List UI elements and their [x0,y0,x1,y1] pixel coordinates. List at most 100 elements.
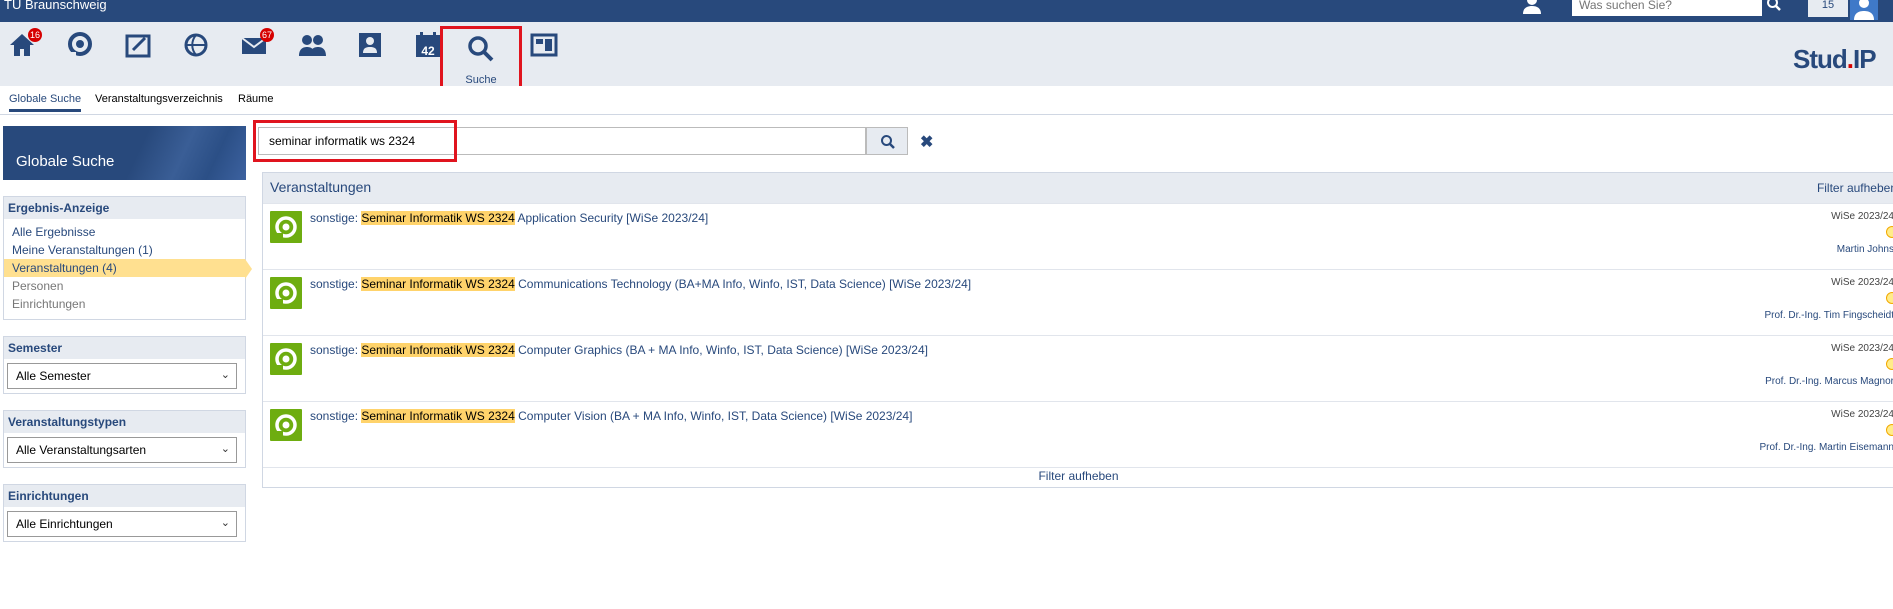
filter-reset-link[interactable]: Filter aufheben [1817,181,1893,195]
brand-label[interactable]: TU Braunschweig [4,0,107,12]
top-bar: TU Braunschweig 15 [0,0,1893,22]
course-prefix: sonstige: [310,409,359,423]
results-panel: Veranstaltungen Filter aufheben sonstige… [262,172,1893,488]
course-type-select[interactable]: Alle Veranstaltungsarten ⌄ [7,437,237,463]
lecturer-link[interactable]: Prof. Dr.-Ing. Tim Fingscheidt [1765,310,1893,321]
nav-courses[interactable] [60,30,100,74]
chevron-down-icon: ⌄ [220,369,230,381]
course-title[interactable]: sonstige: Seminar Informatik WS 2324 App… [310,211,708,225]
nav-contacts[interactable] [292,30,332,74]
results-widget: Ergebnis-Anzeige Alle Ergebnisse Meine V… [3,196,252,320]
lecturer-link[interactable]: Prof. Dr.-Ing. Marcus Magnor [1765,376,1893,387]
layout-icon [530,33,558,57]
chevron-down-icon: ⌄ [220,517,230,529]
search-icon [468,36,494,62]
main-navigation: 16 67 42 Suche Stud.IP [0,22,1893,100]
lecturer-link[interactable]: Prof. Dr.-Ing. Martin Eisemann [1760,442,1893,453]
notepad-icon [125,34,151,58]
institute-select[interactable]: Alle Einrichtungen ⌄ [7,511,237,537]
course-name: Computer Vision (BA + MA Info, Winfo, IS… [518,409,913,423]
clear-search-button[interactable]: ✖ [920,132,933,152]
filter-courses[interactable]: Veranstaltungen (4) [4,259,252,279]
calendar-day-text: 42 [421,44,435,58]
course-types-widget: Veranstaltungstypen Alle Veranstaltungsa… [3,410,246,468]
user-icon [1850,0,1878,20]
profile-icon [359,33,381,57]
semester-label: WiSe 2023/24 [1831,409,1893,420]
tab-raeume[interactable]: Räume [238,93,273,105]
globe-icon [184,33,208,57]
course-types-widget-title: Veranstaltungstypen [4,411,245,433]
course-title[interactable]: sonstige: Seminar Informatik WS 2324 Com… [310,277,971,291]
course-icon [270,211,302,243]
seminar-icon [68,32,92,58]
list-item[interactable]: sonstige: Seminar Informatik WS 2324 Com… [263,401,1893,467]
sidebar-title: Globale Suche [3,126,246,180]
semester-label: WiSe 2023/24 [1831,277,1893,288]
nav-search-label: Suche [465,74,497,86]
filter-my-courses[interactable]: Meine Veranstaltungen (1) [8,241,241,259]
institute-select-value: Alle Einrichtungen [16,517,113,531]
notification-counter[interactable]: 15 [1808,0,1848,17]
quick-search-input[interactable] [1572,0,1762,16]
sub-navigation: Globale Suche Veranstaltungsverzeichnis … [0,86,1893,115]
online-users-icon[interactable] [1519,0,1543,19]
people-icon [299,35,326,56]
semester-label: WiSe 2023/24 [1831,211,1893,222]
course-name: Communications Technology (BA+MA Info, W… [518,277,972,291]
semester-widget: Semester Alle Semester ⌄ [3,336,246,394]
tab-veranstaltungsverzeichnis[interactable]: Veranstaltungsverzeichnis [95,93,223,105]
course-title[interactable]: sonstige: Seminar Informatik WS 2324 Com… [310,409,912,423]
list-item[interactable]: sonstige: Seminar Informatik WS 2324 App… [263,203,1893,269]
semester-label: WiSe 2023/24 [1831,343,1893,354]
nav-community[interactable] [176,30,216,74]
nav-profile[interactable] [350,30,390,74]
list-item[interactable]: sonstige: Seminar Informatik WS 2324 Com… [263,335,1893,401]
filter-reset-footer[interactable]: Filter aufheben [263,467,1893,487]
institutes-widget-title: Einrichtungen [4,485,245,507]
search-icon [881,135,895,149]
institutes-widget: Einrichtungen Alle Einrichtungen ⌄ [3,484,246,542]
quick-search-button[interactable] [1766,0,1788,16]
logo-text-right: IP [1853,44,1877,74]
course-prefix: sonstige: [310,211,359,225]
search-submit-button[interactable] [866,127,908,155]
course-prefix: sonstige: [310,343,359,357]
list-item[interactable]: sonstige: Seminar Informatik WS 2324 Com… [263,269,1893,335]
calendar-icon: 42 [416,32,440,58]
logo-text-left: Stud [1793,44,1848,74]
results-widget-title: Ergebnis-Anzeige [4,197,245,219]
star-icon[interactable] [1886,292,1893,304]
course-icon [270,343,302,375]
semester-select[interactable]: Alle Semester ⌄ [7,363,237,389]
nav-tools[interactable] [118,30,158,74]
search-icon [1767,0,1781,11]
avatar[interactable] [1850,0,1878,20]
filter-persons[interactable]: Personen [8,277,241,295]
star-icon[interactable] [1886,358,1893,370]
filter-institutes[interactable]: Einrichtungen [8,295,241,313]
course-title[interactable]: sonstige: Seminar Informatik WS 2324 Com… [310,343,928,357]
filter-all-results[interactable]: Alle Ergebnisse [8,223,241,241]
search-match: Seminar Informatik WS 2324 [361,409,515,423]
results-heading: Veranstaltungen [270,179,372,195]
messages-badge: 67 [259,28,274,42]
search-input-highlight [253,120,457,162]
results-header: Veranstaltungen Filter aufheben [263,173,1893,203]
course-name: Computer Graphics (BA + MA Info, Winfo, … [518,343,928,357]
star-icon[interactable] [1886,424,1893,436]
tab-globale-suche[interactable]: Globale Suche [9,93,82,112]
nav-dashboard[interactable] [524,30,564,74]
course-type-select-value: Alle Veranstaltungsarten [16,443,147,457]
course-prefix: sonstige: [310,277,359,291]
nav-messages[interactable]: 67 [234,28,274,74]
course-icon [270,409,302,441]
course-name: Application Security [WiSe 2023/24] [517,211,709,225]
lecturer-link[interactable]: Martin Johns [1837,244,1893,255]
search-match: Seminar Informatik WS 2324 [361,277,515,291]
studip-logo[interactable]: Stud.IP [1793,44,1877,75]
search-match: Seminar Informatik WS 2324 [361,211,515,225]
nav-home[interactable]: 16 [2,28,42,74]
semester-widget-title: Semester [4,337,245,359]
star-icon[interactable] [1886,226,1893,238]
